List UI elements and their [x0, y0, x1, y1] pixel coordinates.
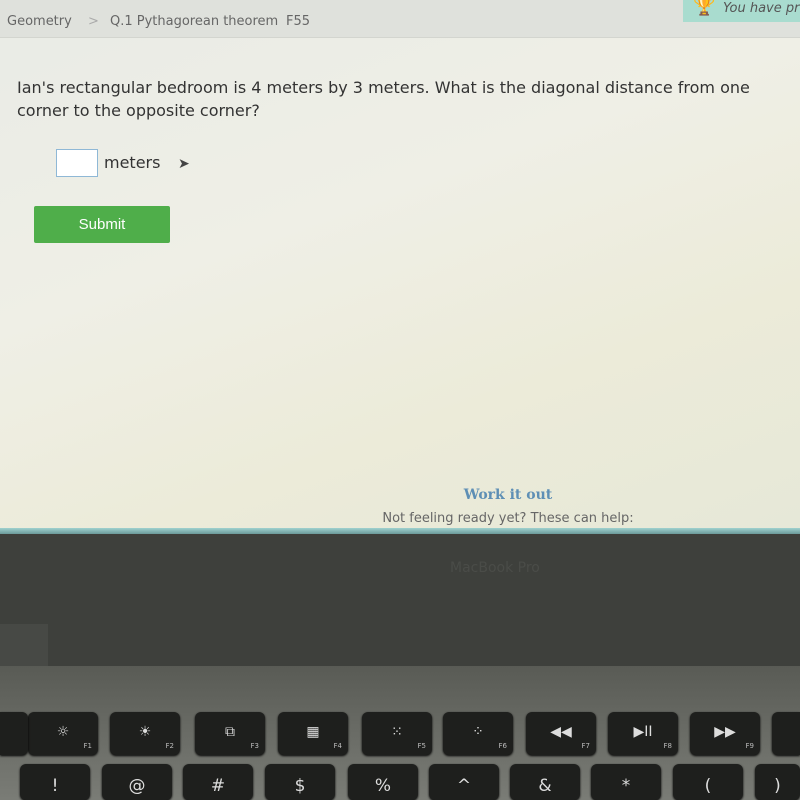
key-icon: ☀: [138, 724, 152, 740]
mouse-cursor-icon: ➤: [178, 156, 190, 172]
key-icon: ◀◀: [550, 724, 572, 740]
breadcrumb-subject[interactable]: Geometry: [7, 14, 72, 29]
key-icon: ⁙: [391, 724, 403, 740]
laptop-brand: MacBook Pro: [450, 560, 540, 576]
key-icon: ▶▶: [714, 724, 736, 740]
breadcrumb-separator: >: [88, 14, 99, 29]
banner-text: You have pri: [723, 1, 800, 16]
key-f2[interactable]: ☀ F2: [110, 712, 180, 755]
key-icon: ▦: [306, 724, 320, 740]
key-label: F6: [498, 742, 507, 750]
key-label: F7: [581, 742, 590, 750]
key-label: F9: [745, 742, 754, 750]
key-number-1[interactable]: !: [20, 764, 90, 800]
help-text: Not feeling ready yet? These can help:: [382, 511, 634, 526]
key-label: F4: [333, 742, 342, 750]
key-f9[interactable]: ▶▶ F9: [690, 712, 760, 755]
key-number-3[interactable]: #: [183, 764, 253, 800]
key-icon: ⧉: [225, 724, 235, 740]
key-icon: ⁘: [472, 724, 484, 740]
key-number-2[interactable]: @: [102, 764, 172, 800]
key-f4[interactable]: ▦ F4: [278, 712, 348, 755]
key-f7[interactable]: ◀◀ F7: [526, 712, 596, 755]
breadcrumb: Geometry > Q.1 Pythagorean theorem F55: [0, 0, 800, 38]
key-icon: ▶II: [633, 724, 653, 740]
screen: Geometry > Q.1 Pythagorean theorem F55 Y…: [0, 0, 800, 532]
key-number-6[interactable]: ^: [429, 764, 499, 800]
key-number-10[interactable]: ): [755, 764, 800, 800]
key-number-7[interactable]: &: [510, 764, 580, 800]
key-label: F3: [250, 742, 259, 750]
laptop-hinge: [0, 624, 48, 666]
breadcrumb-code: F55: [286, 14, 311, 29]
answer-input[interactable]: [56, 149, 98, 177]
trophy-icon: 🏆: [693, 0, 716, 17]
key-number-4[interactable]: $: [265, 764, 335, 800]
key-f8[interactable]: ▶II F8: [608, 712, 678, 755]
key-f5[interactable]: ⁙ F5: [362, 712, 432, 755]
key-f10[interactable]: [772, 712, 800, 755]
breadcrumb-skill: Q.1 Pythagorean theorem: [110, 14, 279, 29]
unit-label: meters: [104, 153, 161, 172]
question-text: Ian's rectangular bedroom is 4 meters by…: [17, 78, 750, 120]
key-label: F1: [83, 742, 92, 750]
key-label: F2: [165, 742, 174, 750]
submit-button[interactable]: Submit: [34, 206, 170, 243]
laptop-bezel: MacBook Pro: [0, 534, 800, 666]
key-f1[interactable]: ☼ F1: [28, 712, 98, 755]
key-f3[interactable]: ⧉ F3: [195, 712, 265, 755]
key-number-9[interactable]: (: [673, 764, 743, 800]
key-f6[interactable]: ⁘ F6: [443, 712, 513, 755]
key-label: F5: [417, 742, 426, 750]
key-label: F8: [663, 742, 672, 750]
key-esc[interactable]: [0, 712, 28, 755]
key-number-8[interactable]: *: [591, 764, 661, 800]
key-icon: ☼: [56, 724, 70, 740]
key-number-5[interactable]: %: [348, 764, 418, 800]
work-it-out-link[interactable]: Work it out: [300, 487, 716, 503]
